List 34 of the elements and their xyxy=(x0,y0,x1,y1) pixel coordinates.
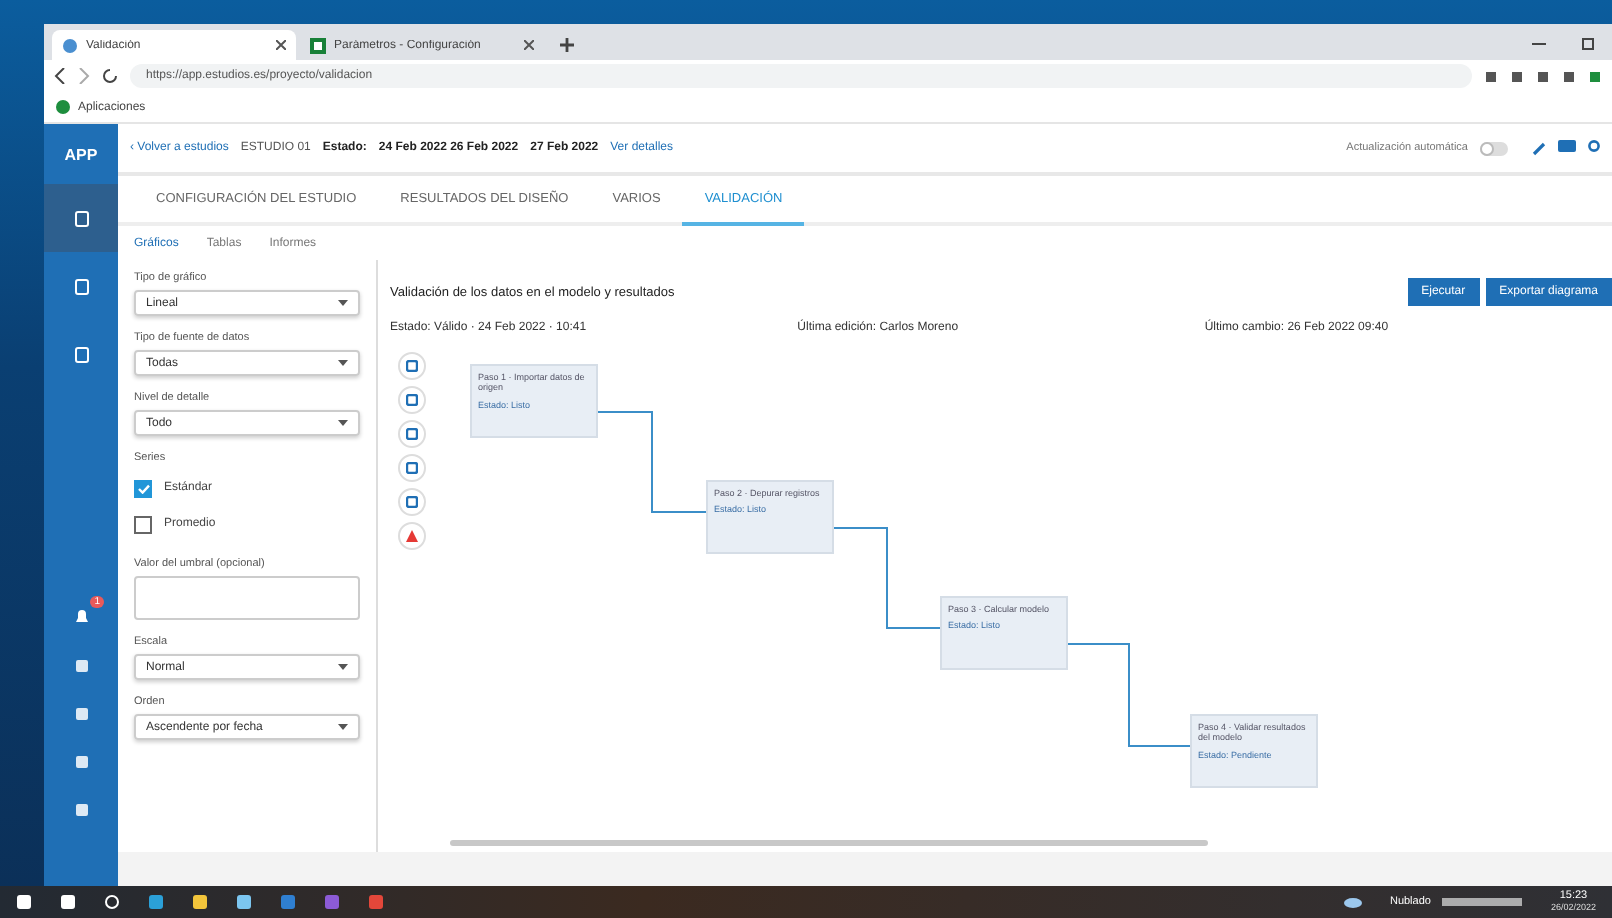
pencil-icon[interactable] xyxy=(1532,141,1546,155)
app-logo[interactable]: APP xyxy=(44,124,118,184)
check-icon xyxy=(137,483,149,493)
scrollbar[interactable] xyxy=(450,840,1208,846)
reload-icon[interactable] xyxy=(102,68,118,84)
tool-button[interactable] xyxy=(398,522,426,550)
tool-button[interactable] xyxy=(398,352,426,380)
caret-icon xyxy=(338,664,348,670)
warning-icon xyxy=(406,530,418,542)
cloud-icon xyxy=(1343,896,1362,908)
plus-icon[interactable] xyxy=(560,38,574,52)
close-icon[interactable] xyxy=(524,40,534,50)
bell-icon[interactable] xyxy=(73,607,89,625)
close-icon[interactable] xyxy=(276,40,286,50)
connector xyxy=(597,411,707,513)
tool-button[interactable] xyxy=(398,454,426,482)
caret-icon xyxy=(338,420,348,426)
tool-button[interactable] xyxy=(398,386,426,414)
back-icon[interactable] xyxy=(54,68,66,84)
checkbox[interactable] xyxy=(134,479,152,497)
restore-icon[interactable] xyxy=(1582,36,1596,50)
caret-icon xyxy=(338,360,348,366)
tool-button[interactable] xyxy=(398,420,426,448)
checkbox[interactable] xyxy=(134,515,152,533)
caret-icon xyxy=(338,724,348,730)
tray-icons[interactable] xyxy=(1442,896,1523,908)
shield-icon[interactable] xyxy=(1588,69,1602,83)
connector xyxy=(833,527,941,629)
sheet-icon xyxy=(310,37,326,53)
toggle-switch[interactable] xyxy=(1480,141,1508,155)
caret-icon xyxy=(338,300,348,306)
tool-button[interactable] xyxy=(398,488,426,516)
connector xyxy=(1067,643,1191,747)
circle-icon[interactable] xyxy=(104,894,120,910)
